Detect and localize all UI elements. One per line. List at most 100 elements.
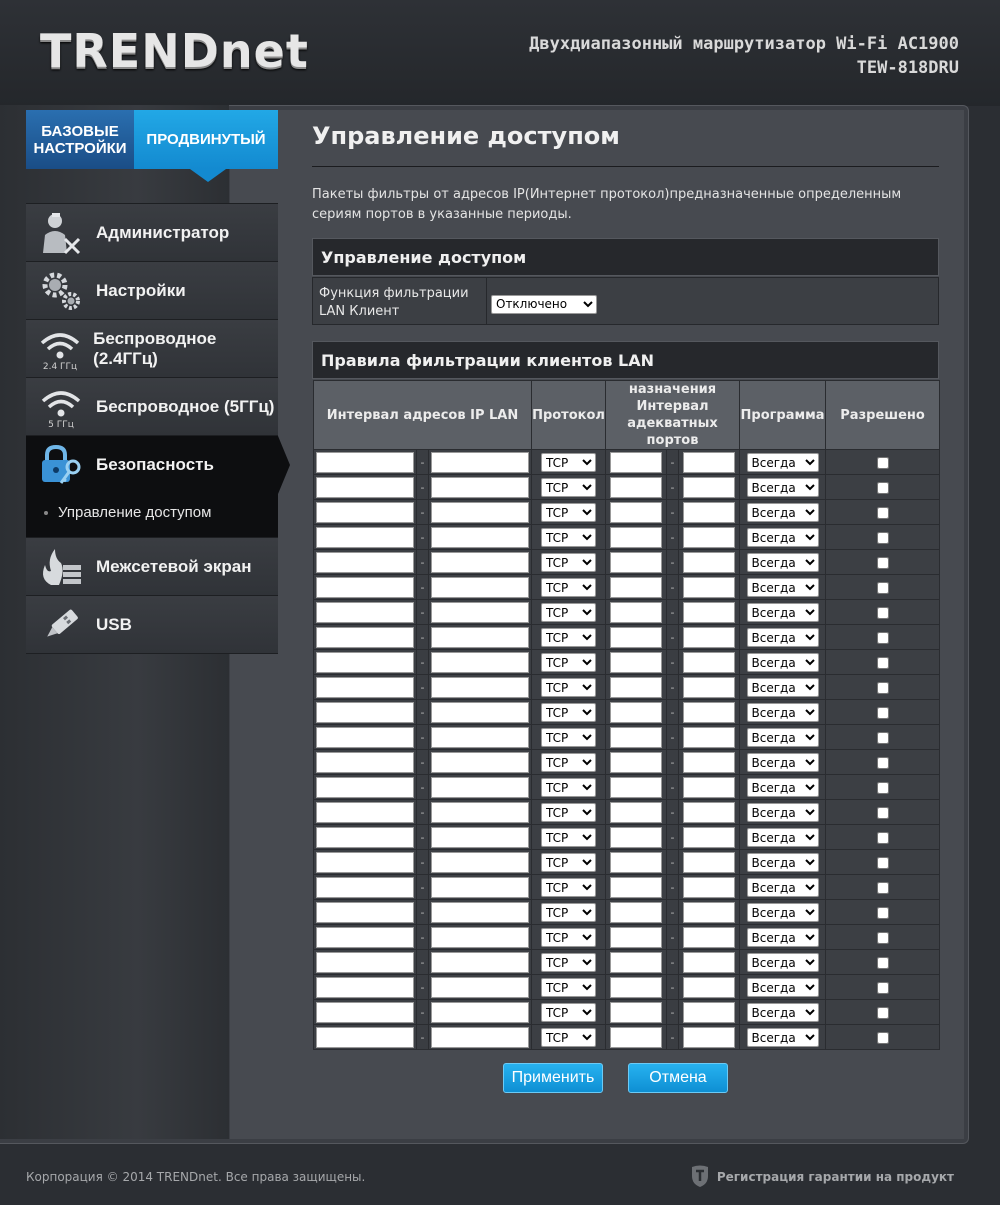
port-start-input[interactable] [610,501,662,523]
allowed-checkbox[interactable] [876,657,889,669]
ip-end-input[interactable] [431,576,529,598]
schedule-select[interactable]: Всегда [746,578,819,598]
port-end-input[interactable] [683,751,736,773]
protocol-select[interactable]: TCP [541,778,596,798]
allowed-checkbox[interactable] [876,807,889,819]
ip-start-input[interactable] [316,1026,414,1048]
port-end-input[interactable] [683,601,736,623]
ip-end-input[interactable] [431,701,529,723]
ip-start-input[interactable] [316,501,414,523]
port-start-input[interactable] [610,576,662,598]
port-end-input[interactable] [683,851,736,873]
schedule-select[interactable]: Всегда [746,653,819,673]
ip-start-input[interactable] [316,926,414,948]
ip-end-input[interactable] [431,776,529,798]
protocol-select[interactable]: TCP [541,703,596,723]
ip-start-input[interactable] [316,876,414,898]
ip-end-input[interactable] [431,901,529,923]
sidebar-item-wireless-2-4ghz[interactable]: 2.4 ГГц Беспроводное (2.4ГГц) [26,319,278,377]
allowed-checkbox[interactable] [876,932,889,944]
port-end-input[interactable] [683,676,736,698]
port-start-input[interactable] [610,601,662,623]
port-start-input[interactable] [610,701,662,723]
port-end-input[interactable] [683,951,736,973]
port-end-input[interactable] [683,901,736,923]
allowed-checkbox[interactable] [876,532,889,544]
ip-start-input[interactable] [316,801,414,823]
protocol-select[interactable]: TCP [541,653,596,673]
protocol-select[interactable]: TCP [541,803,596,823]
ip-start-input[interactable] [316,601,414,623]
allowed-checkbox[interactable] [876,1007,889,1019]
sidebar-item-administrator[interactable]: Администратор [26,203,278,261]
allowed-checkbox[interactable] [876,682,889,694]
ip-start-input[interactable] [316,901,414,923]
allowed-checkbox[interactable] [876,857,889,869]
port-end-input[interactable] [683,551,736,573]
ip-start-input[interactable] [316,476,414,498]
port-start-input[interactable] [610,551,662,573]
allowed-checkbox[interactable] [876,732,889,744]
ip-start-input[interactable] [316,676,414,698]
ip-end-input[interactable] [431,551,529,573]
allowed-checkbox[interactable] [876,507,889,519]
port-start-input[interactable] [610,1026,662,1048]
allowed-checkbox[interactable] [876,957,889,969]
port-end-input[interactable] [683,651,736,673]
ip-end-input[interactable] [431,726,529,748]
protocol-select[interactable]: TCP [541,478,596,498]
protocol-select[interactable]: TCP [541,678,596,698]
port-start-input[interactable] [610,751,662,773]
protocol-select[interactable]: TCP [541,878,596,898]
port-start-input[interactable] [610,451,662,473]
ip-end-input[interactable] [431,826,529,848]
apply-button[interactable]: Применить [503,1063,603,1093]
port-end-input[interactable] [683,451,736,473]
protocol-select[interactable]: TCP [541,953,596,973]
ip-start-input[interactable] [316,451,414,473]
protocol-select[interactable]: TCP [541,828,596,848]
port-start-input[interactable] [610,676,662,698]
protocol-select[interactable]: TCP [541,1003,596,1023]
port-start-input[interactable] [610,976,662,998]
ip-end-input[interactable] [431,626,529,648]
schedule-select[interactable]: Всегда [746,503,819,523]
port-end-input[interactable] [683,501,736,523]
ip-start-input[interactable] [316,576,414,598]
ip-end-input[interactable] [431,976,529,998]
port-end-input[interactable] [683,1026,736,1048]
port-start-input[interactable] [610,801,662,823]
port-start-input[interactable] [610,876,662,898]
ip-end-input[interactable] [431,851,529,873]
allowed-checkbox[interactable] [876,882,889,894]
schedule-select[interactable]: Всегда [746,828,819,848]
schedule-select[interactable]: Всегда [746,1028,819,1048]
protocol-select[interactable]: TCP [541,528,596,548]
protocol-select[interactable]: TCP [541,553,596,573]
port-start-input[interactable] [610,726,662,748]
ip-end-input[interactable] [431,501,529,523]
port-start-input[interactable] [610,776,662,798]
schedule-select[interactable]: Всегда [746,553,819,573]
lan-client-filter-select[interactable]: Отключено [491,294,597,314]
ip-end-input[interactable] [431,651,529,673]
protocol-select[interactable]: TCP [541,728,596,748]
allowed-checkbox[interactable] [876,907,889,919]
port-end-input[interactable] [683,926,736,948]
schedule-select[interactable]: Всегда [746,953,819,973]
schedule-select[interactable]: Всегда [746,753,819,773]
ip-end-input[interactable] [431,1001,529,1023]
allowed-checkbox[interactable] [876,982,889,994]
ip-end-input[interactable] [431,476,529,498]
ip-start-input[interactable] [316,776,414,798]
protocol-select[interactable]: TCP [541,453,596,473]
port-end-input[interactable] [683,876,736,898]
port-start-input[interactable] [610,851,662,873]
port-end-input[interactable] [683,1001,736,1023]
ip-end-input[interactable] [431,876,529,898]
allowed-checkbox[interactable] [876,607,889,619]
tab-basic-settings[interactable]: БАЗОВЫЕ НАСТРОЙКИ [26,110,134,169]
ip-end-input[interactable] [431,451,529,473]
port-start-input[interactable] [610,1001,662,1023]
ip-end-input[interactable] [431,676,529,698]
